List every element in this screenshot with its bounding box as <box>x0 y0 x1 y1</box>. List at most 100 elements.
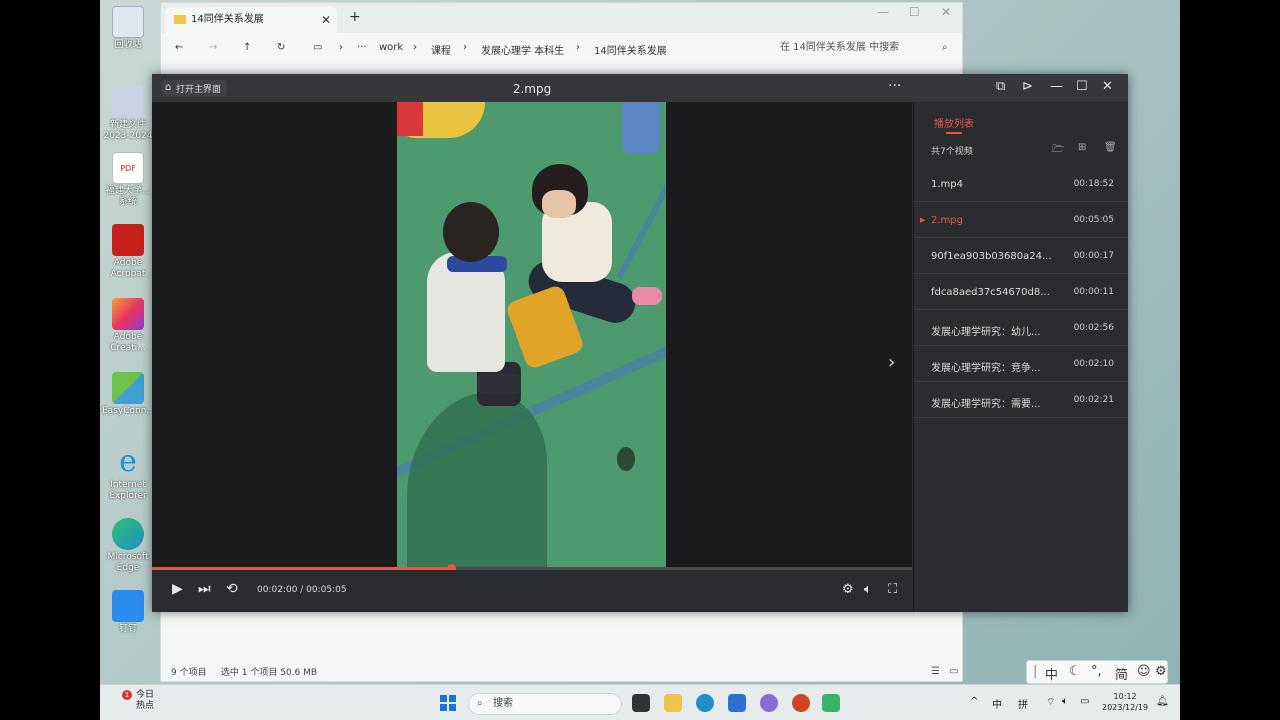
breadcrumb-item[interactable]: 发展心理学 本科生 <box>481 42 564 57</box>
breadcrumb-item[interactable]: work <box>379 42 403 53</box>
settings-icon[interactable]: ⚙ <box>1155 664 1167 679</box>
desktop-icon-acrobat[interactable]: Adobe Acrobat <box>102 224 154 280</box>
simplified-traditional-toggle[interactable]: 简 <box>1115 664 1128 683</box>
up-icon[interactable]: ↑ <box>243 42 251 53</box>
desktop-icon-internet-explorer[interactable]: e Internet Explorer <box>102 446 154 502</box>
search-icon: ⌕ <box>942 42 948 53</box>
playlist-item[interactable]: 1.mp4 00:18:52 <box>914 166 1128 202</box>
refresh-icon[interactable]: ↻ <box>277 42 285 53</box>
playlist-item[interactable]: fdca8aed37c54670d8... 00:00:11 <box>914 274 1128 310</box>
system-clock[interactable]: 10:12 2023/12/19 <box>1102 691 1148 713</box>
minimize-icon[interactable]: — <box>877 5 889 19</box>
widget-line2: 热点 <box>136 701 155 711</box>
details-view-icon[interactable]: ☰ <box>931 666 940 677</box>
drag-handle-icon[interactable]: | <box>1033 664 1037 679</box>
powerpoint-icon[interactable] <box>792 694 810 712</box>
wifi-icon[interactable]: ⌔ <box>1046 696 1055 709</box>
desktop-icon-easyconnect[interactable]: EasyConn... <box>102 372 155 417</box>
playlist-item[interactable]: 发展心理学研究：竞争... 00:02:10 <box>914 346 1128 382</box>
ime-pinyin-indicator[interactable]: 拼 <box>1018 696 1028 711</box>
picture-in-picture-icon[interactable]: ⧉ <box>996 79 1005 94</box>
playlist-item-name: 发展心理学研究：需要... <box>931 399 1041 410</box>
volume-icon[interactable]: 🔈︎ <box>864 582 872 597</box>
close-icon[interactable]: ✕ <box>1102 79 1113 94</box>
next-track-icon[interactable]: ⏭ <box>198 581 211 597</box>
copilot-icon[interactable] <box>760 694 778 712</box>
search-label: 搜索 <box>493 698 513 709</box>
edge-icon <box>112 518 144 550</box>
desktop-icon-recycle-bin[interactable]: 回收站 <box>102 6 154 51</box>
loop-mode-icon[interactable]: ⟲ <box>226 581 238 597</box>
close-icon[interactable]: ✕ <box>941 5 951 19</box>
more-options-icon[interactable]: ··· <box>888 78 901 94</box>
breadcrumb-separator-icon: › <box>339 42 343 53</box>
ime-mode-toggle[interactable]: 中 <box>1045 664 1058 683</box>
settings-icon[interactable]: ⚙ <box>842 582 854 597</box>
desktop-icon-label: EasyConn... <box>102 406 155 416</box>
edge-icon[interactable] <box>696 694 714 712</box>
explorer-tab[interactable]: 14同伴关系发展 ✕ <box>165 7 337 33</box>
breadcrumb-more[interactable]: ··· <box>357 42 367 53</box>
desktop-screen: 回收站 新建文件 2023-2024 PDF 福建大学...系统 Adobe A… <box>100 0 1180 720</box>
video-viewport[interactable]: › <box>152 102 912 568</box>
desktop-icon-label: 回收站 <box>114 40 142 50</box>
fullscreen-icon[interactable]: ⛶ <box>888 582 897 597</box>
maximize-icon[interactable]: ☐ <box>1076 79 1088 94</box>
playlist-item-duration: 00:18:52 <box>1073 179 1114 189</box>
next-chevron-icon[interactable]: › <box>888 352 895 373</box>
new-tab-button[interactable]: + <box>349 9 361 25</box>
back-icon[interactable]: ← <box>175 42 183 53</box>
breadcrumb-item[interactable]: 课程 <box>431 42 451 57</box>
volume-icon[interactable]: 🔈︎ <box>1062 696 1068 707</box>
pin-on-top-icon[interactable]: ⊳ <box>1022 79 1033 94</box>
ime-mode-indicator[interactable]: 中 <box>992 696 1002 711</box>
taskview-icon[interactable] <box>632 694 650 712</box>
file-explorer-icon[interactable] <box>664 694 682 712</box>
desktop-icon-creative-cloud[interactable]: Adobe Creati... <box>102 298 154 354</box>
video-player-window: ⌂ 打开主界面 2.mpg ··· ⧉ ⊳ — ☐ ✕ › ▶ ⏭ ⟲ 00:0… <box>152 74 1128 612</box>
maximize-icon[interactable]: ☐ <box>909 5 920 19</box>
taskbar-search-box[interactable]: ⌕ 搜索 <box>468 693 622 715</box>
playlist-item[interactable]: 90f1ea903b03680a24... 00:00:17 <box>914 238 1128 274</box>
open-folder-icon[interactable]: 🗁︎ <box>1052 142 1064 159</box>
playlist-item-name: fdca8aed37c54670d8... <box>931 287 1050 298</box>
windows-start-icon[interactable] <box>440 695 456 711</box>
breadcrumb-item[interactable]: 14同伴关系发展 <box>594 42 667 57</box>
play-icon[interactable]: ▶ <box>172 581 183 597</box>
delete-icon[interactable]: 🗑︎ <box>1104 142 1117 153</box>
playlist-item-duration: 00:00:17 <box>1073 251 1114 261</box>
minimize-icon[interactable]: — <box>1050 79 1063 94</box>
tab-playlist[interactable]: 播放列表 <box>934 115 974 130</box>
widgets-button[interactable]: 1 今日 热点 <box>114 690 154 712</box>
video-player-icon[interactable] <box>822 694 840 712</box>
show-hidden-icons-chevron[interactable]: ^ <box>970 696 978 707</box>
playlist-count: 共7个视频 <box>931 147 973 157</box>
tiles-view-icon[interactable]: ▭ <box>949 666 958 677</box>
explorer-status-bar: 9 个项目 选中 1 个项目 50.6 MB <box>171 665 317 678</box>
battery-icon[interactable]: ▭ <box>1080 696 1089 707</box>
video-frame <box>397 102 666 568</box>
close-tab-icon[interactable]: ✕ <box>321 7 331 33</box>
store-icon[interactable] <box>728 694 746 712</box>
playlist-list: 1.mp4 00:18:52 ▶ 2.mpg 00:05:05 90f1ea90… <box>914 166 1128 418</box>
emoji-icon[interactable]: ☺ <box>1137 664 1151 679</box>
explorer-search-input[interactable]: 在 14同伴关系发展 中搜索 ⌕ <box>776 37 956 59</box>
video-frame-detail <box>397 102 423 136</box>
desktop-icon-document[interactable]: 新建文件 2023-2024 <box>102 86 154 142</box>
adobe-acrobat-icon <box>112 224 144 256</box>
add-file-icon[interactable]: ⊞ <box>1078 142 1086 153</box>
recycle-bin-icon <box>112 6 144 38</box>
playlist-item[interactable]: 发展心理学研究：需要... 00:02:21 <box>914 382 1128 418</box>
desktop-icon-pdf[interactable]: PDF 福建大学...系统 <box>102 152 154 208</box>
desktop-icon-label: Adobe Creati... <box>110 332 146 353</box>
playlist-item-active[interactable]: ▶ 2.mpg 00:05:05 <box>914 202 1128 238</box>
forward-icon[interactable]: → <box>209 42 217 53</box>
punctuation-icon[interactable]: °, <box>1091 664 1102 679</box>
computer-icon[interactable]: ▭ <box>313 42 322 53</box>
notification-bell-icon[interactable]: 🔔︎ <box>1156 696 1169 707</box>
desktop-icon-edge[interactable]: Microsoft Edge <box>102 518 154 574</box>
playlist-item[interactable]: 发展心理学研究：幼儿... 00:02:56 <box>914 310 1128 346</box>
desktop-icon-dingtalk[interactable]: 钉钉 <box>102 590 154 635</box>
moon-icon[interactable]: ☾ <box>1069 664 1081 679</box>
video-frame-detail <box>632 287 662 305</box>
